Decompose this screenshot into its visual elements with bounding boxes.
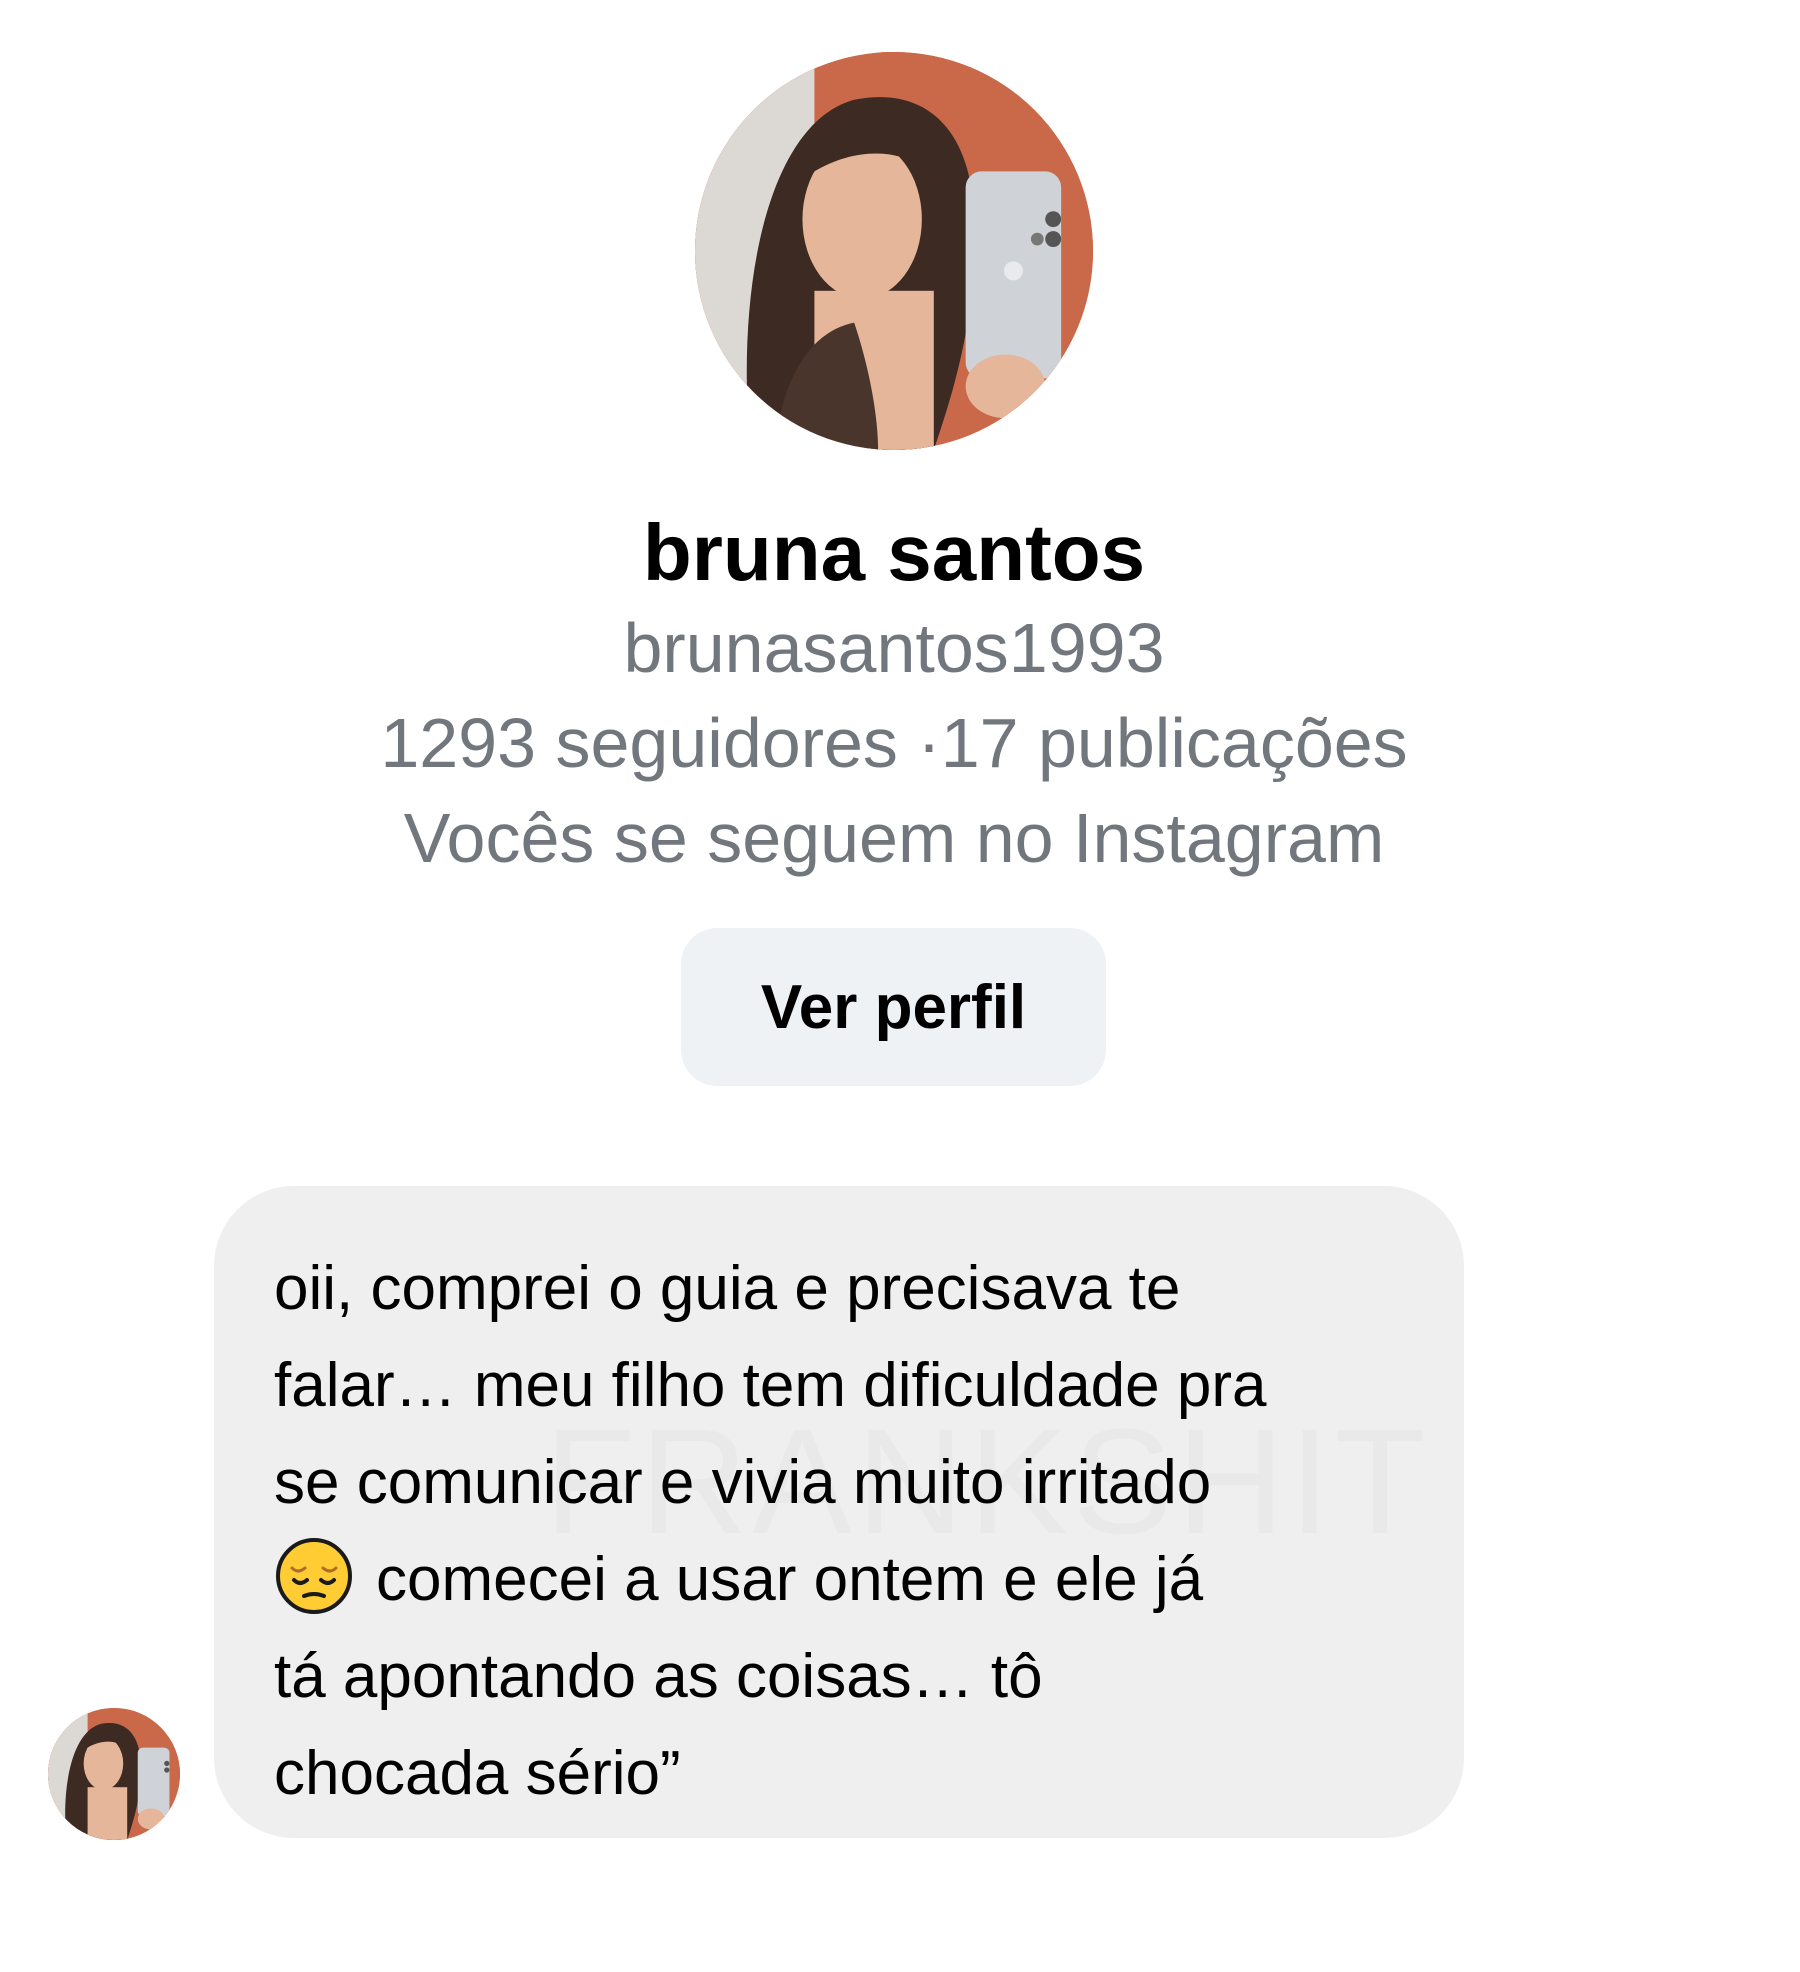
message-line-text: comecei a usar ontem e ele já	[376, 1545, 1204, 1614]
mutual-follow-note: Vocês se seguem no Instagram	[403, 799, 1385, 877]
view-profile-button[interactable]: Ver perfil	[681, 928, 1106, 1086]
message-line: se comunicar e vivia muito irritado	[274, 1448, 1212, 1517]
message-bubble[interactable]: FRANKSHIT oii, comprei o guia e precisav…	[214, 1186, 1464, 1838]
profile-username: brunasantos1993	[623, 609, 1165, 687]
message-line: chocada sério”	[274, 1739, 681, 1808]
message-line: tá apontando as coisas… tô	[274, 1642, 1043, 1711]
profile-name: bruna santos	[642, 508, 1146, 597]
message-line: oii, comprei o guia e precisava te	[274, 1254, 1181, 1323]
message-line: falar… meu filho tem dificuldade pra	[274, 1351, 1267, 1420]
profile-stats: 1293 seguidores ·17 publicações	[380, 704, 1408, 782]
pensive-face-icon	[274, 1536, 354, 1616]
avatar-photo	[48, 1708, 180, 1840]
profile-avatar[interactable]	[695, 52, 1093, 450]
avatar-photo	[695, 52, 1093, 450]
sender-avatar[interactable]	[48, 1708, 180, 1840]
message-line-with-emoji: comecei a usar ontem e ele já	[274, 1531, 1424, 1628]
